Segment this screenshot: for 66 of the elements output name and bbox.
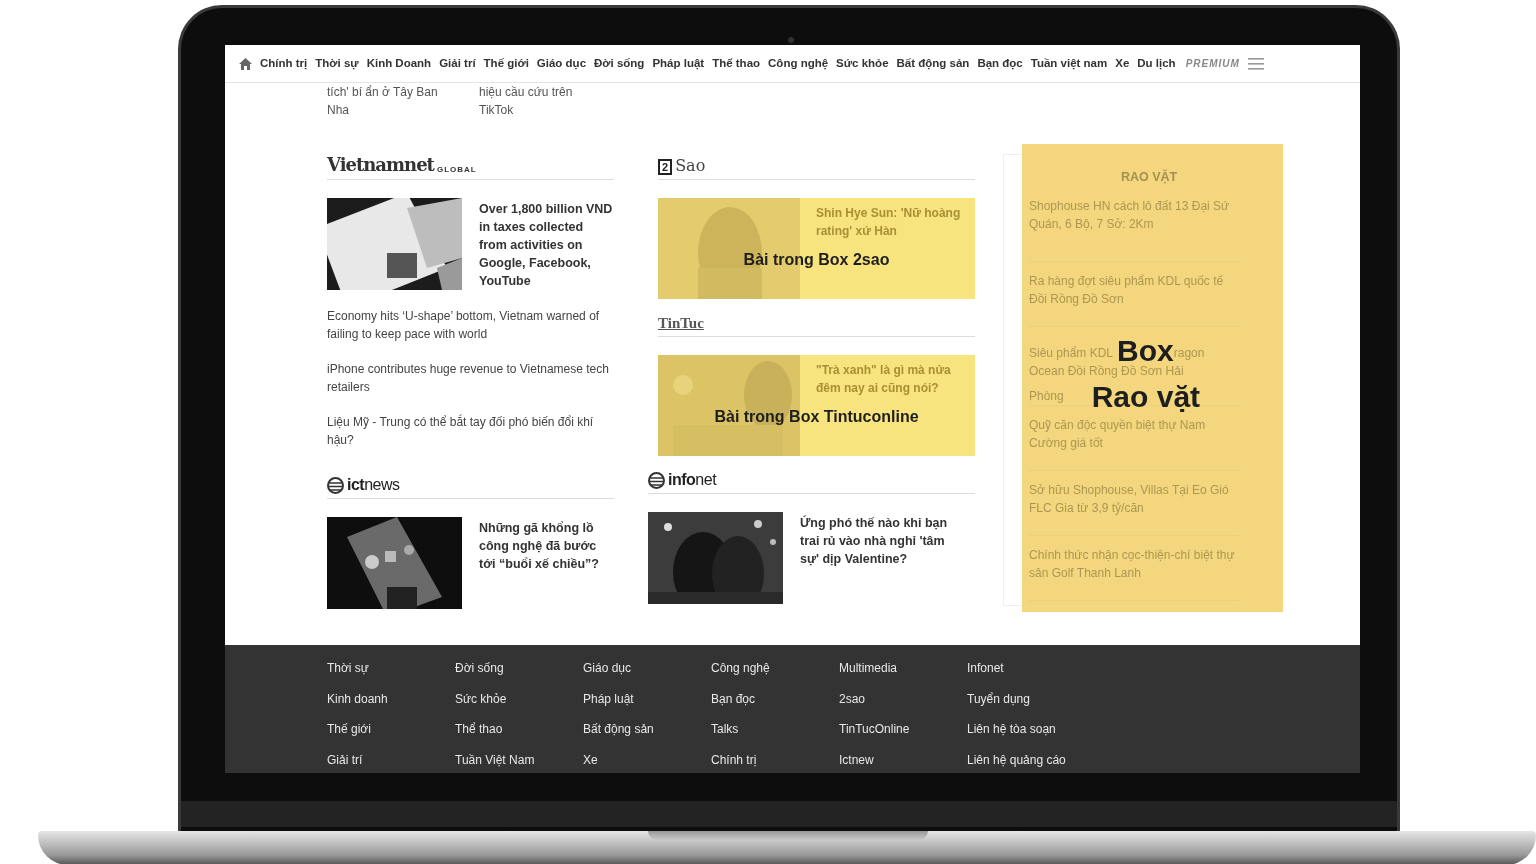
overlay-label: Bài trong Box Tintuconline (714, 407, 919, 427)
footer-link[interactable]: Ictnew (839, 750, 967, 769)
footer-link[interactable]: Chính trị (711, 750, 839, 769)
footer-link[interactable]: Giải trí (327, 750, 455, 769)
section-logo[interactable]: ictnews (347, 476, 400, 494)
footer-link[interactable]: Thời sự (327, 659, 455, 678)
article-link[interactable]: iPhone contributes huge revenue to Vietnamese tech retailers (327, 360, 614, 396)
footer-link[interactable]: Công nghệ (711, 659, 839, 678)
nav-link[interactable]: Tuần việt nam (1030, 54, 1108, 73)
section-logo[interactable]: infonet (668, 471, 717, 489)
nav-link[interactable]: Bạn đọc (977, 54, 1023, 73)
overlay-label: Bài trong Box 2sao (743, 250, 890, 270)
nav-link[interactable]: Thời sự (315, 54, 359, 73)
article-title[interactable]: Những gã khổng lồ công nghệ đã bước tới “buổi xế chiều”? (479, 517, 614, 573)
globe-icon (648, 472, 665, 489)
article-link[interactable]: Liệu Mỹ - Trung có thể bắt tay đối phó biến đổi khí hậu? (327, 413, 614, 449)
footer-link[interactable]: Liên hệ quảng cáo (967, 750, 1095, 769)
nav-link[interactable]: Giáo dục (536, 54, 587, 73)
nav-link[interactable]: Đời sống (594, 54, 645, 73)
globe-icon (327, 477, 344, 494)
footer-link[interactable]: Bất động sản (583, 720, 711, 739)
nav-link[interactable]: Thể thao (712, 54, 761, 73)
article-title[interactable]: Over 1,800 billion VND in taxes collected from activities on Google, Facebook, YouTube (479, 198, 614, 290)
menu-icon[interactable] (1247, 57, 1264, 70)
article-card[interactable]: Shin Hye Sun: 'Nữ hoàng rating' xứ Hàn Bài trong Box 2sao (658, 198, 975, 299)
nav-link[interactable]: Chính trị (260, 54, 308, 73)
nav-link[interactable]: Kinh Doanh (366, 54, 432, 73)
nav-link[interactable]: Du lịch (1137, 54, 1176, 73)
footer-link[interactable]: TinTucOnline (839, 720, 967, 739)
article-link[interactable]: Economy hits ‘U-shape’ bottom, Vietnam warned of failing to keep pace with world (327, 307, 614, 343)
home-icon (239, 57, 252, 70)
nav-link[interactable]: Pháp luật (652, 54, 705, 73)
footer-link[interactable]: Xe (583, 750, 711, 769)
footer-link[interactable]: Kinh doanh (327, 689, 455, 708)
footer-link[interactable]: Multimedia (839, 659, 967, 678)
section-logo[interactable]: TinTuc (658, 315, 704, 332)
footer-link[interactable]: Giáo dục (583, 659, 711, 678)
footer-link[interactable]: Talks (711, 720, 839, 739)
article-link[interactable]: hiệu cầu cứu trên TikTok (479, 83, 603, 141)
premium-logo[interactable]: PREMIUM (1185, 56, 1240, 71)
footer-link[interactable]: Tuyển dụng (967, 689, 1095, 708)
nav-link[interactable]: Công nghệ (768, 54, 829, 73)
footer-link[interactable]: Sức khỏe (455, 689, 583, 708)
article-title[interactable]: Ứng phó thế nào khi bạn trai rủ vào nhà nghỉ 'tâm sự' dịp Valentine? (800, 512, 965, 568)
footer-link[interactable]: Pháp luật (583, 689, 711, 708)
nav-link[interactable]: Xe (1115, 54, 1130, 73)
footer-link[interactable]: Tuần Việt Nam (455, 750, 583, 769)
section-logo[interactable]: Vietnamnet (327, 155, 434, 175)
footer-link[interactable]: Infonet (967, 659, 1095, 678)
footer-link[interactable]: Thế giới (327, 720, 455, 739)
nav-link[interactable]: Bất động sản (896, 54, 970, 73)
nav-link[interactable]: Thế giới (483, 54, 529, 73)
article-link[interactable]: tích' bí ẩn ở Tây Ban Nha (327, 83, 451, 141)
footer-link[interactable]: 2sao (839, 689, 967, 708)
footer-link[interactable]: Bạn đọc (711, 689, 839, 708)
nav-link[interactable]: Giải trí (439, 54, 476, 73)
footer-link[interactable]: Thể thao (455, 720, 583, 739)
logo-mark: 2 (658, 159, 673, 175)
nav-link[interactable]: Sức khỏe (836, 54, 889, 73)
footer-link[interactable]: Liên hệ tòa soạn (967, 720, 1095, 739)
footer-link[interactable]: Đời sống (455, 659, 583, 678)
logo-caption: GLOBAL (436, 165, 477, 175)
article-card[interactable]: "Trà xanh" là gì mà nửa đêm nay ai cũng nói? Bài trong Box Tintuconline (658, 355, 975, 456)
camera-icon (788, 37, 794, 43)
section-logo[interactable]: Sao (675, 157, 706, 175)
panel-title: RAO VẶT (1119, 168, 1179, 186)
